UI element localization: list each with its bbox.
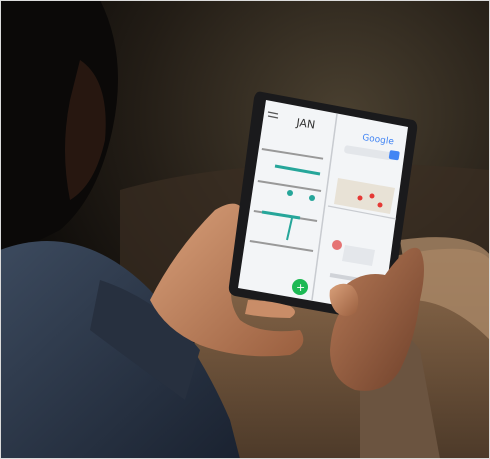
photo-frame: JAN + Google — [0, 0, 490, 459]
scene: JAN + Google — [0, 0, 490, 459]
avatar — [332, 240, 342, 250]
calendar-month: JAN — [295, 116, 316, 132]
fab-plus-icon: + — [296, 281, 305, 294]
search-button[interactable] — [388, 150, 400, 161]
